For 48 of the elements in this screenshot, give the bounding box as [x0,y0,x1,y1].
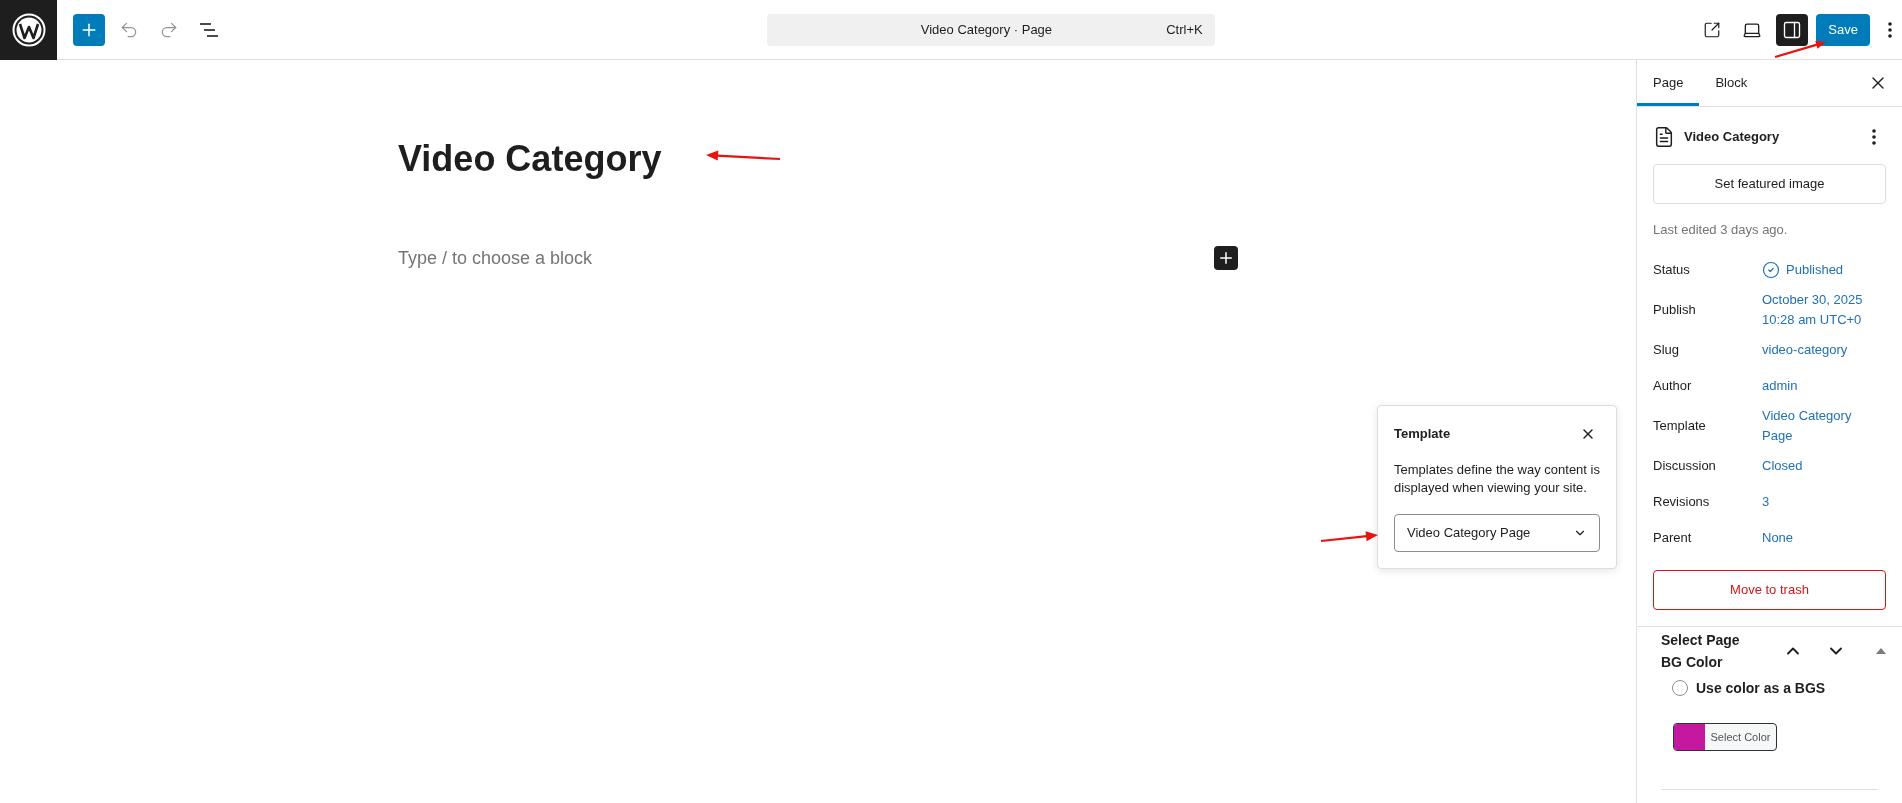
field-label: Publish [1653,301,1697,320]
command-bar-title: Video Category · Page [919,20,1054,39]
block-inserter-button[interactable] [73,13,105,46]
template-select[interactable]: Video Category Page [1394,514,1600,552]
last-edited-text: Last edited 3 days ago. [1653,221,1789,239]
field-value[interactable]: Published [1762,260,1844,280]
sidebar-toggle-button[interactable] [1776,13,1809,46]
field-value[interactable]: Video Category Page [1762,406,1880,446]
post-title: Video Category [1684,128,1780,147]
sidebar-tab[interactable]: Block [1699,60,1764,106]
field-label: Revisions [1653,493,1711,512]
field-label: Slug [1653,341,1681,360]
keyboard-shortcut: Ctrl+K [1166,20,1203,39]
plus-icon [1217,249,1235,267]
sidebar-tab[interactable]: Page [1637,60,1700,106]
field-label: Discussion [1653,457,1717,476]
field-label: Author [1653,377,1693,396]
sidebar-icon [1782,19,1803,40]
field-value[interactable]: admin [1762,376,1880,396]
document-icon [1653,126,1675,148]
field-value[interactable]: video-category [1762,340,1880,360]
more-icon [1872,129,1876,145]
featured-image-button[interactable]: Set featured image [1653,164,1886,204]
triangle-up-icon [1876,648,1886,654]
external-link-icon [1703,20,1722,39]
color-picker-button[interactable]: Select Color [1673,723,1777,751]
list-view-icon [199,21,219,38]
check-circle-icon [1762,261,1780,279]
move-to-trash-button[interactable]: Move to trash [1653,570,1886,610]
popover-title: Template [1394,425,1451,444]
field-value[interactable]: 3 [1762,492,1880,512]
site-logo-button[interactable] [0,0,57,60]
meta-box-title: Select Page BG Color [1661,631,1741,672]
add-block-button[interactable] [1214,246,1238,270]
field-value[interactable]: None [1762,528,1880,548]
page-title[interactable]: Video Category [398,137,1238,181]
field-value[interactable]: October 30, 2025 10:28 am UTC+0 [1762,290,1880,330]
more-icon [1888,21,1892,38]
command-bar[interactable]: Video Category · Page Ctrl+K [766,13,1215,46]
popover-description: Templates define the way content is displayed when viewing your site. [1394,461,1600,497]
save-button[interactable]: Save [1816,13,1870,46]
field-label: Template [1653,417,1707,436]
logo-icon [11,12,46,47]
field-label: Parent [1653,529,1693,548]
block-placeholder-field[interactable]: Type / to choose a block [398,245,1198,271]
field-label: Status [1653,261,1691,280]
field-value[interactable]: Closed [1762,456,1880,476]
radio-label[interactable]: Use color as a BGS [1696,677,1826,699]
